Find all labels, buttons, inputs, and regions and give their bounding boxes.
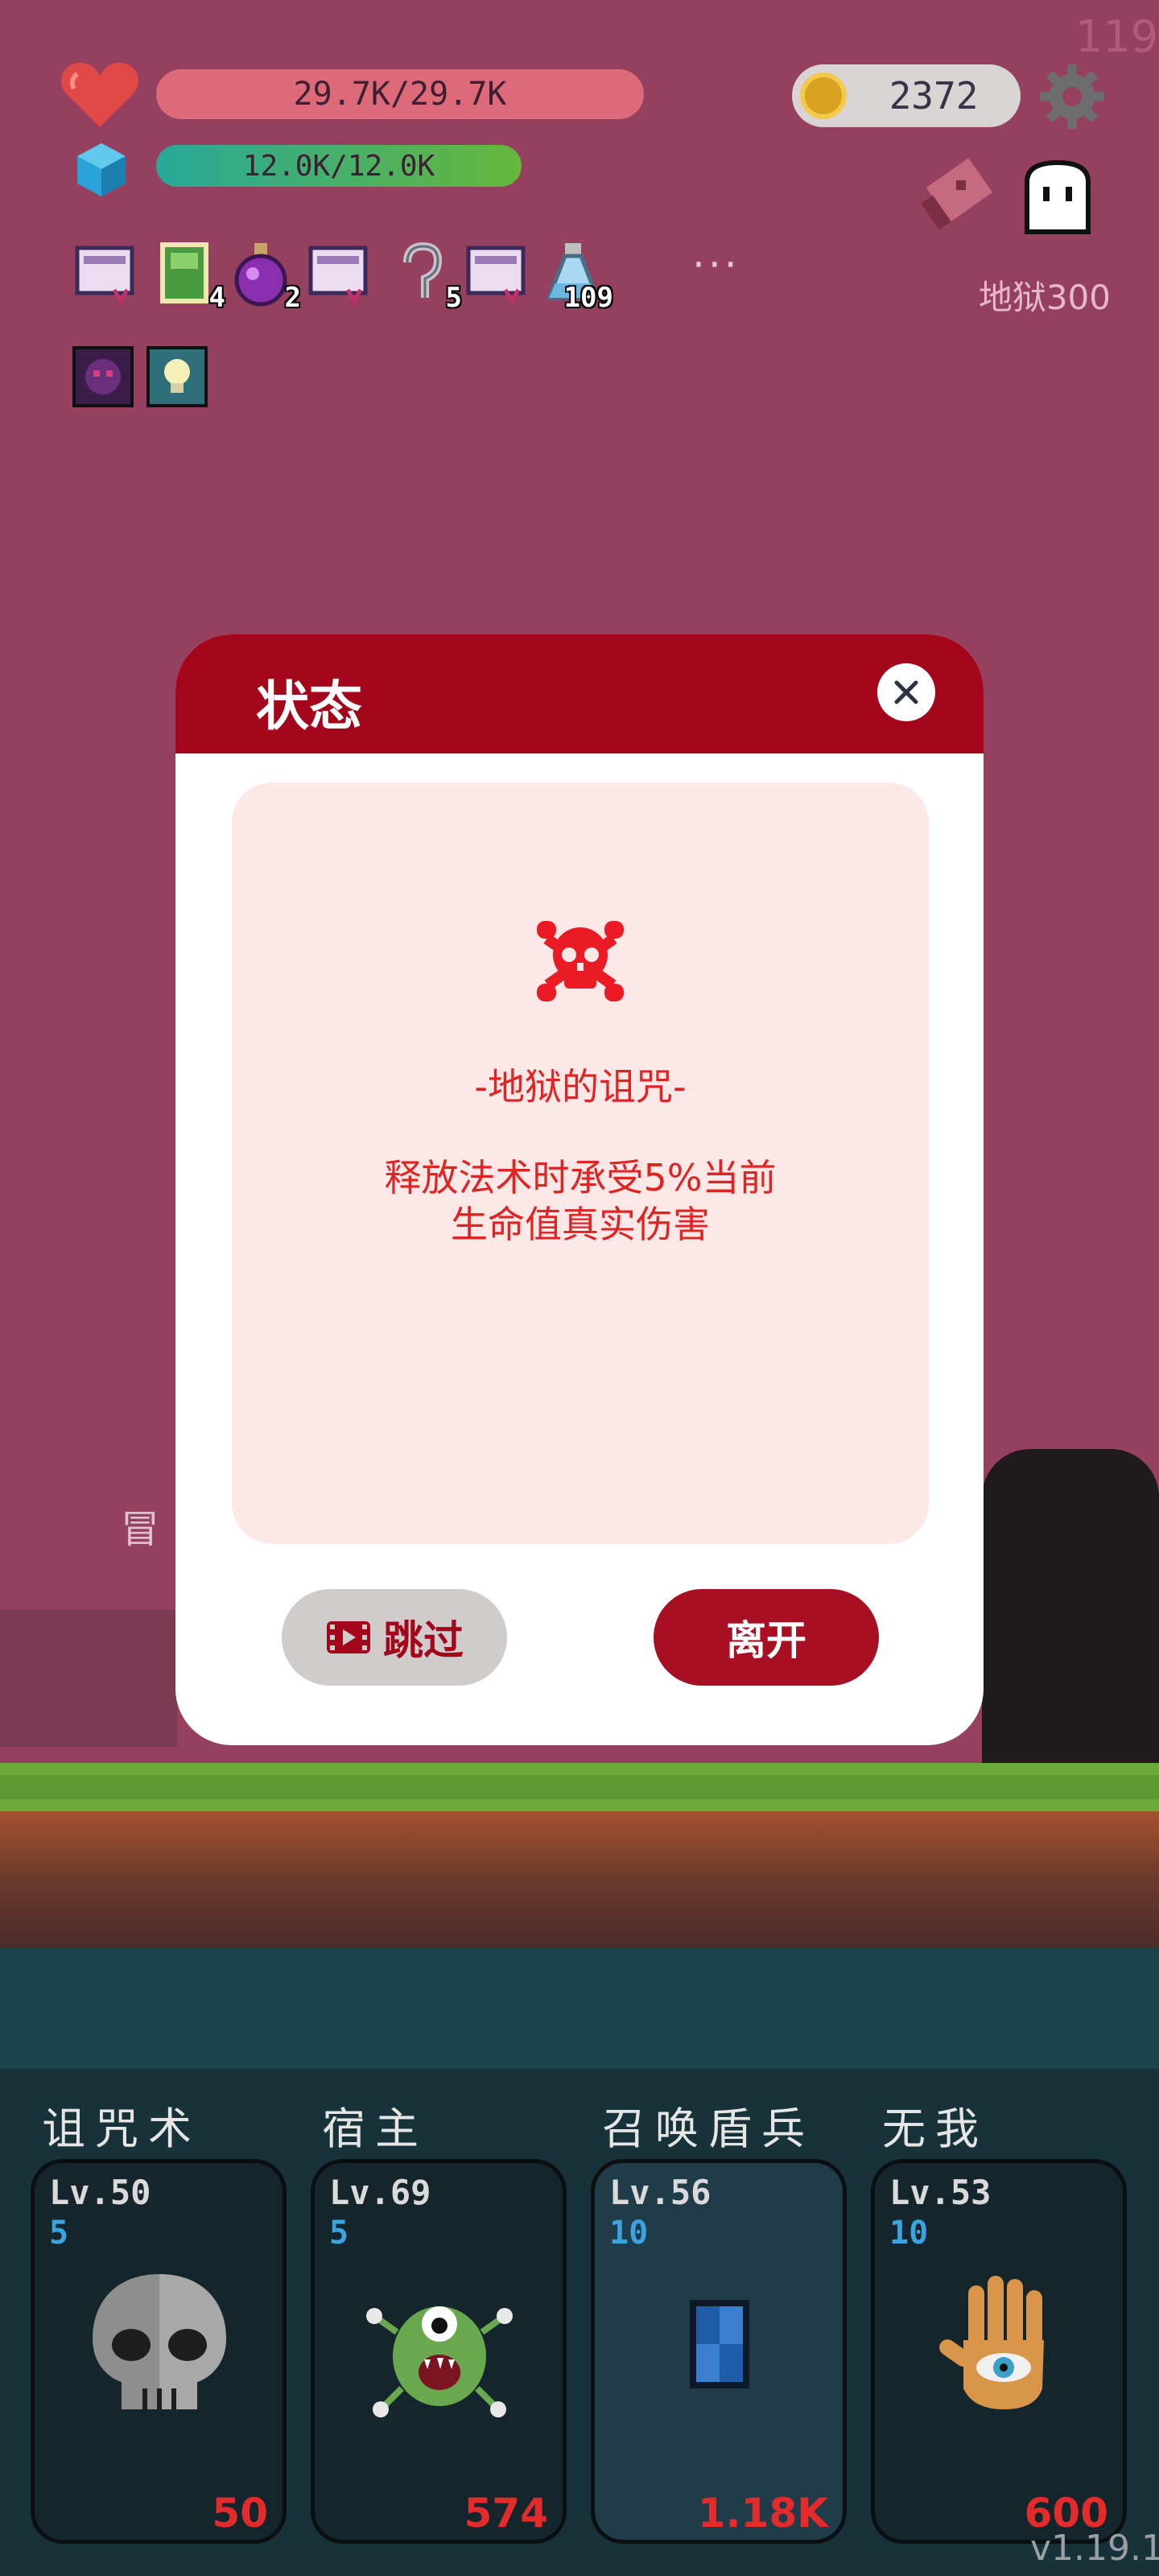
skill-card-selfless[interactable]: Lv.53 10 600 bbox=[871, 2159, 1127, 2544]
more-buffs-button[interactable]: ··· bbox=[692, 242, 740, 288]
adventurer-label-partial: 冒 bbox=[121, 1507, 160, 1552]
purple-potion-icon bbox=[234, 243, 287, 307]
coin-icon bbox=[800, 72, 847, 119]
skill-title: 诅咒术 bbox=[42, 2103, 201, 2154]
skill-value: 50 bbox=[212, 2490, 268, 2537]
ground-grass-stripe bbox=[0, 1775, 1159, 1799]
skill-title: 宿主 bbox=[322, 2103, 428, 2154]
mana-text: 12.0K/12.0K bbox=[242, 149, 435, 183]
scroll-icon bbox=[466, 246, 526, 306]
dungeon-level-label: 地狱300 bbox=[978, 278, 1111, 317]
mana-bar: 12.0K/12.0K bbox=[156, 145, 522, 187]
hp-text: 29.7K/29.7K bbox=[293, 76, 507, 113]
skill-level: Lv.50 bbox=[49, 2173, 151, 2212]
buff-count: 5 bbox=[445, 282, 462, 314]
skill-value: 574 bbox=[464, 2490, 548, 2537]
leave-label: 离开 bbox=[726, 1617, 806, 1664]
leave-button[interactable]: 离开 bbox=[654, 1589, 879, 1686]
skill-card-summon-shield[interactable]: Lv.56 10 1.18K bbox=[591, 2159, 847, 2544]
green-monster-icon bbox=[366, 2306, 513, 2417]
skill-level: Lv.69 bbox=[329, 2173, 431, 2212]
scroll-icon bbox=[75, 246, 134, 306]
bottom-panel-top bbox=[0, 1948, 1159, 2069]
ground-dirt bbox=[0, 1811, 1159, 1948]
close-button[interactable] bbox=[877, 663, 935, 721]
skill-cost: 10 bbox=[609, 2215, 649, 2252]
skull-icon bbox=[93, 2274, 226, 2409]
skill-card-curse[interactable]: Lv.50 5 50 bbox=[31, 2159, 287, 2544]
buff-count: 2 bbox=[284, 282, 301, 314]
blue-shield-icon bbox=[690, 2300, 749, 2388]
coin-amount: 2372 bbox=[889, 74, 979, 118]
gear-icon[interactable] bbox=[1038, 63, 1106, 130]
green-card-icon bbox=[160, 242, 208, 303]
light-bulb-icon[interactable] bbox=[146, 346, 208, 407]
buff-slot[interactable]: 2 bbox=[229, 242, 301, 314]
buff-slot[interactable] bbox=[464, 242, 528, 308]
skip-button[interactable]: 跳过 bbox=[282, 1589, 507, 1686]
mana-gem-icon bbox=[77, 143, 126, 196]
version-label: v1.19.1 bbox=[1030, 2528, 1159, 2569]
hp-bar: 29.7K/29.7K bbox=[156, 69, 644, 119]
buff-slot[interactable] bbox=[72, 242, 137, 308]
buff-count: 4 bbox=[208, 282, 225, 314]
dialog-header: 状态 bbox=[175, 634, 984, 753]
skill-level: Lv.53 bbox=[889, 2173, 992, 2212]
skill-cost: 5 bbox=[49, 2215, 69, 2252]
skull-crossbones-icon bbox=[537, 921, 624, 1001]
background-building bbox=[0, 1610, 177, 1747]
skill-cost: 10 bbox=[889, 2215, 929, 2252]
scroll-icon bbox=[308, 246, 368, 306]
skill-cost: 5 bbox=[329, 2215, 349, 2252]
curse-panel: -地狱的诅咒- 释放法术时承受5%当前生命值真实伤害 bbox=[232, 782, 929, 1544]
heart-icon bbox=[60, 62, 139, 127]
hook-icon bbox=[403, 242, 443, 298]
dialog-title: 状态 bbox=[256, 675, 362, 737]
fps-counter: 119 bbox=[1075, 11, 1159, 62]
buff-slot[interactable]: 5 bbox=[390, 242, 462, 314]
skill-title: 召唤盾兵 bbox=[602, 2103, 815, 2154]
skill-title: 无我 bbox=[882, 2103, 988, 2154]
curse-description: 释放法术时承受5%当前生命值真实伤害 bbox=[384, 1156, 777, 1246]
skill-card-host[interactable]: Lv.69 5 574 bbox=[311, 2159, 567, 2544]
curse-name: -地狱的诅咒- bbox=[474, 1065, 687, 1108]
close-icon bbox=[894, 680, 918, 704]
skill-level: Lv.56 bbox=[609, 2173, 711, 2212]
background-tree-silhouette bbox=[982, 1449, 1159, 1787]
buff-slot[interactable]: 109 bbox=[541, 242, 613, 314]
hell-cleaver-icon bbox=[921, 158, 993, 230]
status-dialog: 状态 -地狱的诅咒- 释放法术时承受5%当前生命值真实伤害 跳过 离开 bbox=[175, 634, 984, 1745]
eye-hand-icon bbox=[939, 2276, 1044, 2409]
ghost-icon[interactable] bbox=[1019, 158, 1096, 238]
buff-slot[interactable] bbox=[306, 242, 370, 308]
skip-label: 跳过 bbox=[383, 1617, 464, 1664]
buff-count: 109 bbox=[563, 282, 613, 314]
skill-value: 1.18K bbox=[697, 2490, 828, 2537]
dark-curse-icon[interactable] bbox=[72, 346, 134, 407]
buff-slot[interactable]: 4 bbox=[153, 242, 225, 314]
video-icon bbox=[327, 1621, 370, 1653]
